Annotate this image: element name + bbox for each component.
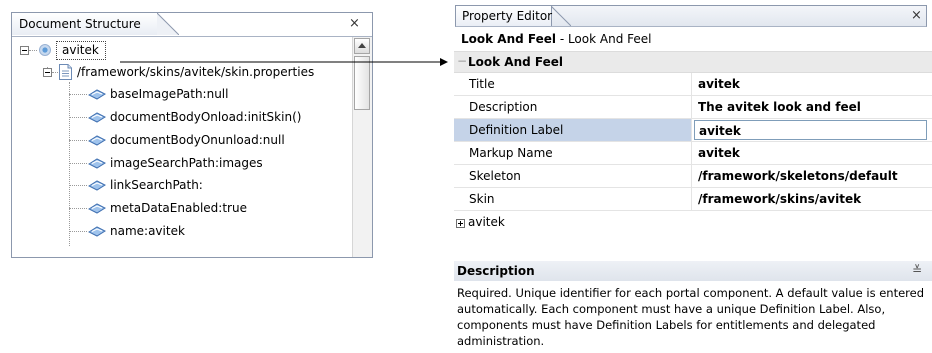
tree-line [29, 50, 37, 51]
tree-node-property[interactable]: linkSearchPath: [110, 177, 203, 193]
property-grid: − Look And Feel Title avitek Description… [454, 51, 932, 246]
property-value[interactable]: The avitek look and feel [692, 96, 932, 118]
tree-line [69, 94, 87, 95]
file-icon [59, 64, 72, 80]
property-icon [88, 89, 106, 100]
property-editor-panel: Property Editor × Look And Feel - Look A… [449, 5, 932, 353]
category-label: Look And Feel [468, 55, 563, 69]
property-row-definition-label[interactable]: Definition Label [454, 119, 932, 142]
expand-subgroup-icon[interactable] [456, 219, 465, 228]
category-look-and-feel[interactable]: − Look And Feel [454, 51, 932, 73]
description-collapse-icon[interactable]: ≚ [912, 263, 922, 277]
connector-arrow-icon [120, 58, 448, 66]
property-editor-title: Property Editor [462, 9, 553, 23]
document-structure-title: Document Structure [19, 17, 141, 31]
collapse-file-icon[interactable] [43, 68, 52, 77]
document-structure-panel: Document Structure × avitek /framework/s… [11, 12, 373, 258]
property-label: Skeleton [454, 165, 692, 187]
property-row-title[interactable]: Title avitek [454, 73, 932, 96]
property-label: Definition Label [454, 119, 692, 141]
skin-node-icon [39, 44, 51, 56]
category-collapse-icon[interactable]: − [457, 54, 467, 68]
property-editor-close-icon[interactable]: × [911, 9, 922, 23]
scroll-up-arrow-icon[interactable] [354, 38, 370, 54]
tree-node-property[interactable]: name:avitek [110, 223, 185, 239]
definition-label-input[interactable] [694, 120, 927, 140]
tree-line [69, 140, 87, 141]
collapse-root-icon[interactable] [20, 46, 29, 55]
property-icon [88, 112, 106, 123]
property-icon [88, 180, 106, 191]
property-label: Skin [454, 188, 692, 210]
document-structure-tab[interactable]: Document Structure [12, 13, 158, 35]
property-row-skin[interactable]: Skin /framework/skins/avitek [454, 188, 932, 211]
description-header: Description ≚ [454, 261, 932, 281]
property-value[interactable]: avitek [692, 142, 932, 164]
description-title: Description [457, 264, 535, 278]
tree-node-root-label: avitek [62, 43, 99, 57]
property-label: Markup Name [454, 142, 692, 164]
tree-line [69, 208, 87, 209]
tree-node-property[interactable]: documentBodyOnload:initSkin() [110, 109, 301, 125]
property-editor-header: Look And Feel - Look And Feel [461, 32, 651, 46]
document-structure-close-icon[interactable]: × [349, 17, 360, 31]
property-row-description[interactable]: Description The avitek look and feel [454, 96, 932, 119]
header-name: - Look And Feel [556, 32, 652, 46]
property-icon [88, 158, 106, 169]
property-value[interactable]: /framework/skeletons/default [692, 165, 932, 187]
property-icon [88, 226, 106, 237]
tree-line [69, 117, 87, 118]
header-type: Look And Feel [461, 32, 556, 46]
document-tree: avitek /framework/skins/avitek/skin.prop… [12, 37, 352, 257]
tree-node-property[interactable]: documentBodyOnunload:null [110, 132, 285, 148]
property-value[interactable]: /framework/skins/avitek [692, 188, 932, 210]
property-value[interactable]: avitek [692, 73, 932, 95]
description-text: Required. Unique identifier for each por… [457, 286, 925, 348]
property-row-markup-name[interactable]: Markup Name avitek [454, 142, 932, 165]
document-structure-titlebar: Document Structure × [12, 13, 372, 37]
property-label: Title [454, 73, 692, 95]
property-icon [88, 135, 106, 146]
property-icon [88, 203, 106, 214]
property-label: Description [454, 96, 692, 118]
tree-line [69, 82, 70, 246]
tree-line [69, 185, 87, 186]
tree-node-property[interactable]: baseImagePath:null [110, 86, 228, 102]
tab-edge-icon [551, 6, 571, 26]
property-editor-tab[interactable]: Property Editor [456, 6, 552, 26]
subgroup-label[interactable]: avitek [468, 215, 505, 229]
property-row-skeleton[interactable]: Skeleton /framework/skeletons/default [454, 165, 932, 188]
vertical-scrollbar[interactable] [352, 37, 372, 257]
tree-node-property[interactable]: imageSearchPath:images [110, 155, 263, 171]
tree-node-property[interactable]: metaDataEnabled:true [110, 200, 247, 216]
tab-edge-icon [157, 13, 179, 35]
property-editor-titlebar: Property Editor × [455, 5, 927, 27]
tree-line [69, 163, 87, 164]
tree-line [69, 231, 87, 232]
